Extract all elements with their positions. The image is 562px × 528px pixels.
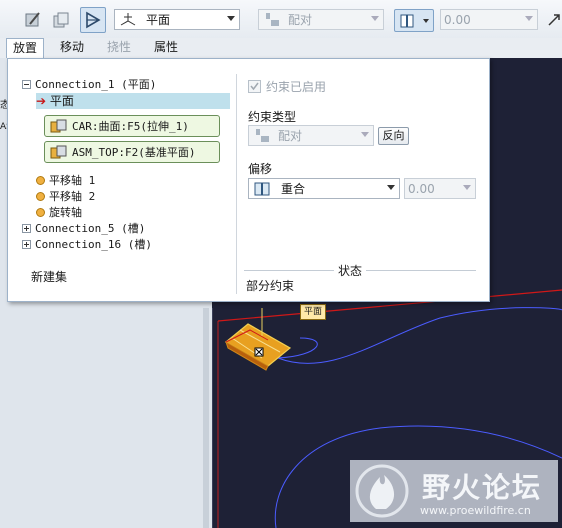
reference-box-2[interactable]: ASM_TOP:F2(基准平面) xyxy=(44,141,220,163)
offset-value-text: 0.00 xyxy=(444,12,471,27)
axis-icon xyxy=(36,175,45,185)
tab-placement[interactable]: 放置 xyxy=(6,38,44,58)
status-label: 状态 xyxy=(334,262,367,279)
expand-icon[interactable] xyxy=(22,239,31,249)
flip-arrow-icon[interactable] xyxy=(544,7,562,33)
dashboard-toolbar: 平面 配对 0.00 xyxy=(0,0,562,38)
tree-item-label: Connection_5 (槽) xyxy=(35,222,146,235)
offset-type-button[interactable] xyxy=(394,9,434,32)
offset-type-dropdown[interactable]: 重合 xyxy=(248,178,400,199)
tab-properties[interactable]: 属性 xyxy=(146,38,186,58)
arrow-right-icon: ➔ xyxy=(36,94,47,108)
chevron-down-icon xyxy=(227,16,235,21)
watermark-url: www.proewildfire.cn xyxy=(420,504,531,517)
tree-item-label: 旋转轴 xyxy=(49,206,82,219)
constraint-enabled-label: 约束已启用 xyxy=(266,80,327,94)
checkbox-checked-icon xyxy=(248,80,261,93)
tree-selected-row[interactable]: ➔ 平面 xyxy=(36,93,230,109)
panel-divider xyxy=(236,74,237,294)
flip-button[interactable]: 反向 xyxy=(378,127,409,145)
offset-label: 偏移 xyxy=(248,162,273,176)
tree-connection-16[interactable]: Connection_16 (槽) xyxy=(22,237,152,253)
chevron-down-icon xyxy=(361,132,369,137)
mechanism-connection-icon[interactable] xyxy=(80,7,106,33)
align-type-value: 配对 xyxy=(288,13,313,27)
constraint-type-dropdown-value: 配对 xyxy=(278,129,303,143)
chevron-down-icon xyxy=(387,185,395,190)
axis-icon xyxy=(36,191,45,201)
constraint-type-label: 约束类型 xyxy=(248,110,297,124)
align-type-select[interactable]: 配对 xyxy=(258,9,384,30)
scrollbar[interactable] xyxy=(203,308,209,528)
tree-item-label: 平移轴 1 xyxy=(49,174,96,187)
dashboard-tabs: 放置 移动 挠性 属性 xyxy=(0,38,200,58)
chevron-down-icon xyxy=(525,16,533,21)
tree-item-rotation[interactable]: 旋转轴 xyxy=(36,205,82,221)
chevron-down-icon xyxy=(463,185,471,190)
watermark-title: 野火论坛 xyxy=(422,471,543,504)
assembly-reference-icon xyxy=(50,145,67,159)
tab-flexibility: 挠性 xyxy=(106,40,131,54)
coincident-icon xyxy=(254,182,270,195)
reference-2-label: ASM_TOP:F2(基准平面) xyxy=(72,146,196,159)
coincident-icon xyxy=(400,14,414,27)
mate-icon xyxy=(266,12,279,26)
constraint-type-dropdown: 配对 xyxy=(248,125,374,146)
status-value: 部分约束 xyxy=(246,279,295,293)
constraint-type-select[interactable]: 平面 xyxy=(114,9,240,30)
expand-icon[interactable] xyxy=(22,223,31,233)
tree-connection-5[interactable]: Connection_5 (槽) xyxy=(22,221,145,237)
copy-icon[interactable] xyxy=(48,7,74,33)
constraint-type-value: 平面 xyxy=(146,13,171,27)
tree-item-translation-2[interactable]: 平移轴 2 xyxy=(36,189,95,205)
chevron-down-icon xyxy=(423,18,429,23)
tree-item-label: 平移轴 2 xyxy=(49,190,96,203)
user-defined-icon[interactable] xyxy=(20,7,46,33)
tree-item-label: Connection_16 (槽) xyxy=(35,238,152,251)
reference-1-label: CAR:曲面:F5(拉伸_1) xyxy=(72,120,189,133)
tree-root[interactable]: Connection_1 (平面) xyxy=(22,77,156,93)
axis-icon xyxy=(36,207,45,217)
connection-tree: Connection_1 (平面) ➔ 平面 CAR:曲面:F5(拉伸_1) A… xyxy=(22,75,230,295)
mate-icon xyxy=(256,128,269,142)
collapse-icon[interactable] xyxy=(22,79,31,89)
new-set-link[interactable]: 新建集 xyxy=(31,269,67,285)
constraint-enabled-checkbox: 约束已启用 xyxy=(248,78,326,95)
tree-root-label: Connection_1 (平面) xyxy=(35,78,157,91)
offset-type-value: 重合 xyxy=(281,182,306,196)
chevron-down-icon xyxy=(371,16,379,21)
tree-selected-label: 平面 xyxy=(49,94,74,108)
tab-move[interactable]: 移动 xyxy=(52,38,92,58)
offset-value-input: 0.00 xyxy=(404,178,476,199)
plane-tag: 平面 xyxy=(300,304,326,320)
flame-logo-icon xyxy=(355,464,409,518)
tree-item-translation-1[interactable]: 平移轴 1 xyxy=(36,173,95,189)
reference-box-1[interactable]: CAR:曲面:F5(拉伸_1) xyxy=(44,115,220,137)
planar-joint-icon xyxy=(120,12,136,25)
watermark: 野火论坛 www.proewildfire.cn xyxy=(350,460,558,522)
part-reference-icon xyxy=(50,119,67,133)
offset-value-display: 0.00 xyxy=(408,181,435,196)
offset-value-field[interactable]: 0.00 xyxy=(440,9,538,30)
